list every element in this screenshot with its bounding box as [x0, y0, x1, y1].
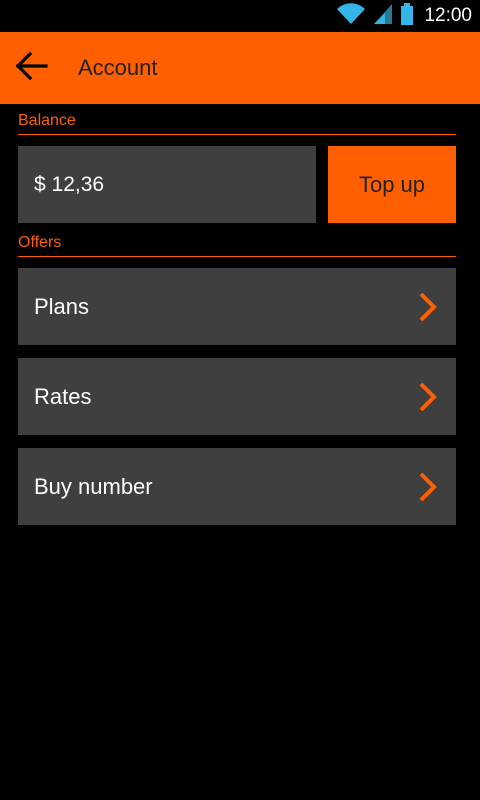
- offers-section-header: Offers: [18, 234, 456, 257]
- offer-item-buy-number[interactable]: Buy number: [18, 448, 456, 525]
- balance-amount: $ 12,36: [18, 146, 316, 223]
- arrow-left-icon: [15, 51, 49, 86]
- offer-label: Buy number: [34, 474, 153, 499]
- chevron-right-icon: [418, 382, 438, 412]
- status-time: 12:00: [424, 5, 472, 26]
- offer-item-plans[interactable]: Plans: [18, 268, 456, 345]
- offer-label: Plans: [34, 294, 90, 319]
- action-bar: Account: [0, 32, 480, 104]
- status-bar: 12:00: [0, 0, 480, 32]
- offer-label: Rates: [34, 384, 92, 409]
- chevron-right-icon: [418, 292, 438, 322]
- top-up-label: Top up: [358, 171, 426, 197]
- page-title: Account: [78, 55, 158, 80]
- top-up-button[interactable]: Top up: [328, 146, 456, 223]
- offer-item-rates[interactable]: Rates: [18, 358, 456, 435]
- chevron-right-icon: [418, 472, 438, 502]
- battery-icon: [400, 2, 414, 31]
- back-button[interactable]: [8, 44, 56, 92]
- status-icons: 12:00: [336, 0, 472, 32]
- balance-section-header: Balance: [18, 112, 456, 135]
- wifi-icon: [336, 2, 366, 31]
- signal-icon: [372, 2, 394, 31]
